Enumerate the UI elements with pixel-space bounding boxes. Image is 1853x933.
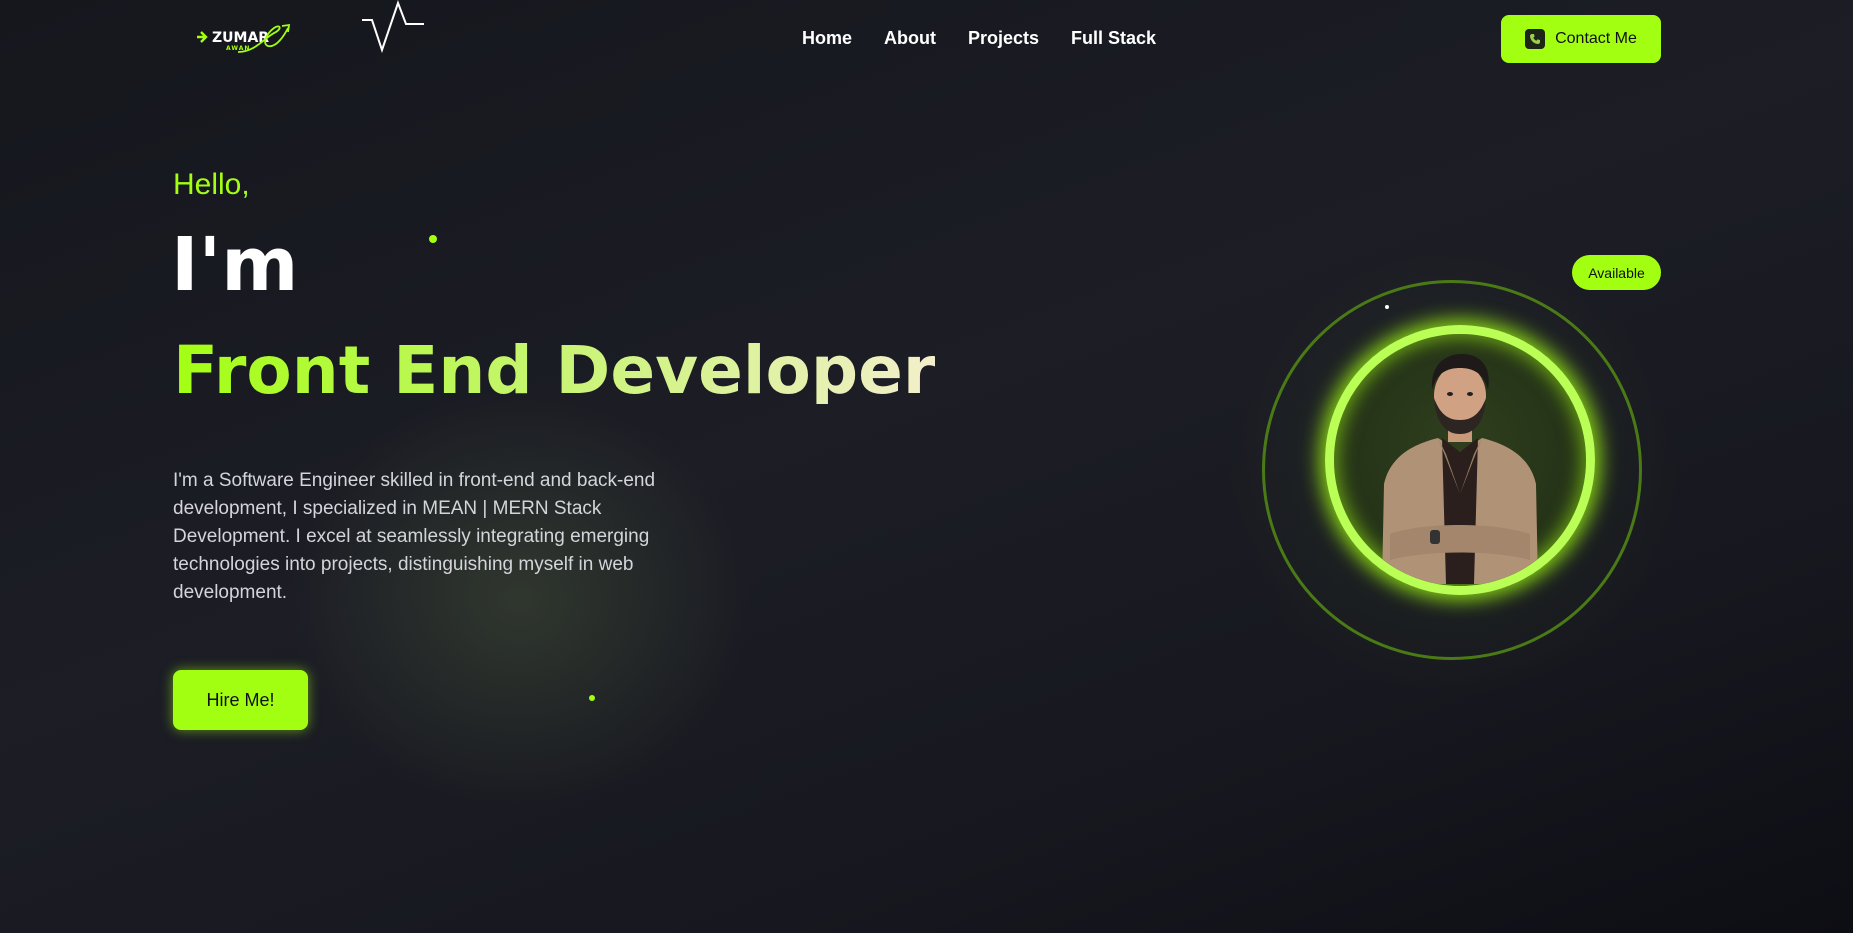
nav-full-stack[interactable]: Full Stack (1071, 28, 1156, 49)
phone-icon (1525, 29, 1546, 49)
nav-about[interactable]: About (884, 28, 936, 49)
nav-projects[interactable]: Projects (968, 28, 1039, 49)
greeting-text: Hello, (173, 168, 250, 201)
swoosh-icon (237, 23, 291, 53)
contact-me-button[interactable]: Contact Me (1501, 15, 1661, 63)
nav-home[interactable]: Home (802, 28, 852, 49)
arrow-icon (197, 31, 208, 43)
decorative-dot (429, 235, 437, 243)
hire-me-button[interactable]: Hire Me! (173, 670, 308, 730)
decorative-dot (589, 695, 595, 701)
hire-me-label: Hire Me! (206, 689, 275, 710)
bio-text: I'm a Software Engineer skilled in front… (173, 470, 656, 603)
pulse-line-icon (362, 0, 424, 54)
brand-logo[interactable]: ZUMAR AWAN (192, 18, 302, 58)
main-nav: Home About Projects Full Stack (802, 28, 1156, 49)
role-title: Front End Developer (173, 332, 936, 409)
intro-text: I'm (171, 222, 299, 308)
profile-photo (1382, 354, 1538, 584)
available-badge: Available (1572, 255, 1661, 290)
contact-me-label: Contact Me (1555, 30, 1637, 47)
profile-photo-frame (1325, 325, 1595, 595)
